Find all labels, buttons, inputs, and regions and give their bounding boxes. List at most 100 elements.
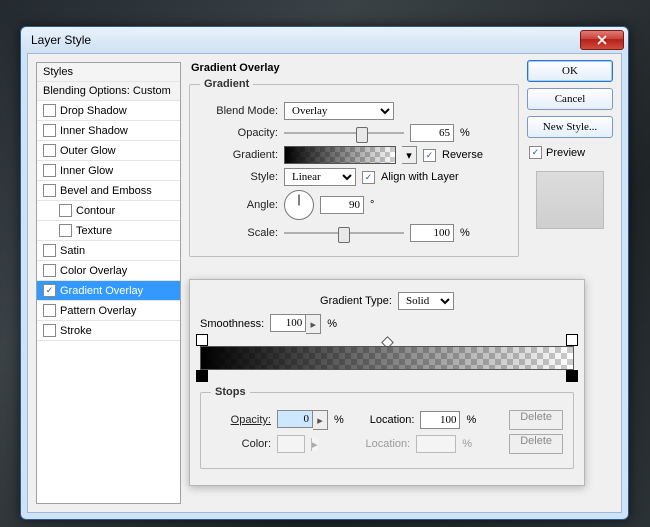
close-button[interactable] <box>580 30 624 50</box>
opacity-label: Opacity: <box>200 127 278 139</box>
sidebar-checkbox[interactable] <box>43 324 56 337</box>
smoothness-spinner[interactable]: ▸ <box>270 314 321 334</box>
sidebar-checkbox[interactable] <box>43 144 56 157</box>
stop-opacity-label: Opacity: <box>211 414 271 426</box>
pct-label-6: % <box>462 438 472 450</box>
sidebar-item-drop-shadow[interactable]: Drop Shadow <box>37 101 180 121</box>
sidebar-item-label: Pattern Overlay <box>60 305 136 317</box>
stop-opacity-input[interactable] <box>277 410 313 428</box>
style-label: Style: <box>200 171 278 183</box>
angle-dial[interactable] <box>284 190 314 220</box>
play-icon[interactable]: ▸ <box>313 410 328 430</box>
angle-label: Angle: <box>200 199 278 211</box>
ok-button[interactable]: OK <box>527 60 613 82</box>
gradient-legend: Gradient <box>200 78 253 90</box>
sidebar-item-label: Outer Glow <box>60 145 116 157</box>
opacity-slider[interactable] <box>284 125 404 141</box>
layer-style-dialog: Layer Style Styles Blending Options: Cus… <box>20 26 629 520</box>
sidebar-item-color-overlay[interactable]: Color Overlay <box>37 261 180 281</box>
stop-color-label: Color: <box>211 438 271 450</box>
sidebar-checkbox[interactable] <box>59 204 72 217</box>
sidebar-item-label: Bevel and Emboss <box>60 185 152 197</box>
reverse-checkbox[interactable] <box>423 149 436 162</box>
sidebar-checkbox[interactable] <box>43 304 56 317</box>
pct-label: % <box>460 127 470 139</box>
sidebar-item-outer-glow[interactable]: Outer Glow <box>37 141 180 161</box>
scale-input[interactable] <box>410 224 454 242</box>
sidebar-item-stroke[interactable]: Stroke <box>37 321 180 341</box>
degree-label: ° <box>370 199 374 211</box>
delete-color-stop-button: Delete <box>509 434 563 454</box>
pct-label-5: % <box>466 414 476 426</box>
align-checkbox[interactable] <box>362 171 375 184</box>
color-stop-right[interactable] <box>566 370 578 382</box>
smoothness-input[interactable] <box>270 314 306 332</box>
opacity-input[interactable] <box>410 124 454 142</box>
new-style-button[interactable]: New Style... <box>527 116 613 138</box>
stop-opacity-spinner[interactable]: ▸ <box>277 410 328 430</box>
gradient-type-select[interactable]: Solid <box>398 292 454 310</box>
opacity-stop-left[interactable] <box>196 334 208 346</box>
delete-opacity-stop-button[interactable]: Delete <box>509 410 563 430</box>
sidebar-checkbox[interactable] <box>43 264 56 277</box>
smoothness-label: Smoothness: <box>200 318 264 330</box>
sidebar-item-pattern-overlay[interactable]: Pattern Overlay <box>37 301 180 321</box>
gradient-type-label: Gradient Type: <box>320 295 392 307</box>
stops-fieldset: Stops Opacity: ▸ % Location: % Delete <box>200 386 574 469</box>
gradient-editor-panel: Gradient Type: Solid Smoothness: ▸ % <box>189 279 585 486</box>
style-select[interactable]: Linear <box>284 168 356 186</box>
sidebar-item-satin[interactable]: Satin <box>37 241 180 261</box>
blend-mode-label: Blend Mode: <box>200 105 278 117</box>
sidebar-item-label: Contour <box>76 205 115 217</box>
sidebar-item-label: Drop Shadow <box>60 105 127 117</box>
sidebar-checkbox[interactable] <box>59 224 72 237</box>
color-stop-left[interactable] <box>196 370 208 382</box>
stop-location-input[interactable] <box>420 411 460 429</box>
window-title: Layer Style <box>31 33 580 47</box>
sidebar-item-texture[interactable]: Texture <box>37 221 180 241</box>
scale-slider[interactable] <box>284 225 404 241</box>
scale-label: Scale: <box>200 227 278 239</box>
gradient-fieldset: Gradient Blend Mode: Overlay Opacity: % <box>189 78 519 257</box>
blend-mode-select[interactable]: Overlay <box>284 102 394 120</box>
gradient-dropdown-button[interactable]: ▾ <box>402 146 417 164</box>
sidebar-item-gradient-overlay[interactable]: Gradient Overlay <box>37 281 180 301</box>
sidebar-item-inner-glow[interactable]: Inner Glow <box>37 161 180 181</box>
sidebar-checkbox[interactable] <box>43 104 56 117</box>
close-icon <box>597 35 607 45</box>
gradient-bar[interactable] <box>200 346 574 370</box>
stop-color-swatch <box>277 435 305 453</box>
pct-label-4: % <box>334 414 344 426</box>
opacity-stop-right[interactable] <box>566 334 578 346</box>
align-label: Align with Layer <box>381 171 459 183</box>
sidebar-checkbox[interactable] <box>43 284 56 297</box>
sidebar-header-styles[interactable]: Styles <box>37 63 180 82</box>
gradient-label: Gradient: <box>200 149 278 161</box>
sidebar-item-label: Stroke <box>60 325 92 337</box>
play-icon[interactable]: ▸ <box>306 314 321 334</box>
styles-sidebar: Styles Blending Options: Custom Drop Sha… <box>36 62 181 504</box>
sidebar-checkbox[interactable] <box>43 184 56 197</box>
sidebar-checkbox[interactable] <box>43 244 56 257</box>
sidebar-checkbox[interactable] <box>43 124 56 137</box>
angle-input[interactable] <box>320 196 364 214</box>
sidebar-item-label: Color Overlay <box>60 265 127 277</box>
titlebar[interactable]: Layer Style <box>21 27 628 53</box>
sidebar-item-contour[interactable]: Contour <box>37 201 180 221</box>
sidebar-item-label: Inner Shadow <box>60 125 128 137</box>
preview-checkbox[interactable] <box>529 146 542 159</box>
pct-label-2: % <box>460 227 470 239</box>
sidebar-checkbox[interactable] <box>43 164 56 177</box>
stops-legend: Stops <box>211 386 250 398</box>
pct-label-3: % <box>327 318 337 330</box>
sidebar-item-bevel-and-emboss[interactable]: Bevel and Emboss <box>37 181 180 201</box>
stop-color-location-label: Location: <box>366 438 411 450</box>
reverse-label: Reverse <box>442 149 483 161</box>
sidebar-item-label: Inner Glow <box>60 165 113 177</box>
cancel-button[interactable]: Cancel <box>527 88 613 110</box>
gradient-swatch[interactable] <box>284 146 396 164</box>
sidebar-header-blending[interactable]: Blending Options: Custom <box>37 82 180 101</box>
sidebar-item-label: Texture <box>76 225 112 237</box>
preview-swatch <box>536 171 604 229</box>
sidebar-item-inner-shadow[interactable]: Inner Shadow <box>37 121 180 141</box>
